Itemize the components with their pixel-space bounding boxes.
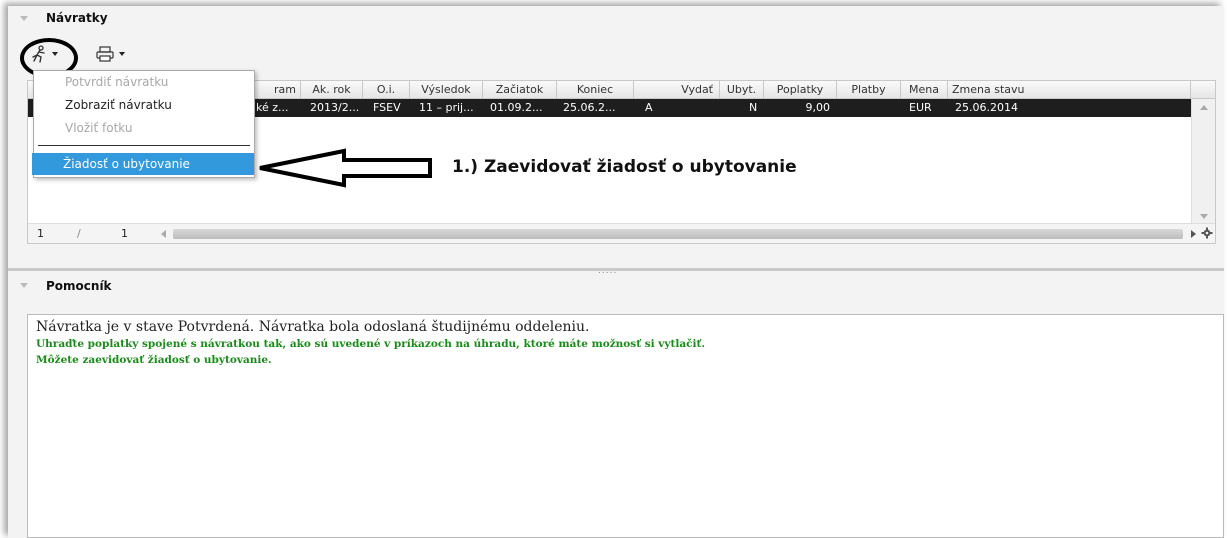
column-header[interactable]: Zmena stavu — [948, 81, 1191, 99]
table-cell: 2013/2... — [310, 101, 360, 114]
table-cell: 25.06.2014 — [955, 101, 1018, 114]
helper-hint-text: Môžete zaevidovať žiadosť o ubytovanie. — [36, 354, 272, 366]
menu-item-vlozit-fotku[interactable]: Vložiť fotku — [34, 117, 254, 139]
column-header[interactable]: Koniec — [557, 81, 634, 99]
annotation-arrow-icon — [259, 148, 432, 188]
helper-hint-text: Uhraďte poplatky spojené s návratkou tak… — [36, 338, 706, 350]
menu-item-potvrdit-navratku[interactable]: Potvrdiť návratku — [34, 71, 254, 93]
gear-icon[interactable] — [1201, 227, 1213, 239]
scroll-up-icon[interactable] — [1200, 105, 1208, 110]
vertical-scrollbar[interactable] — [1191, 99, 1215, 225]
splitter-grip[interactable]: ..... — [598, 267, 617, 276]
column-header[interactable]: Platby — [837, 81, 901, 99]
print-dropdown-button[interactable] — [95, 40, 125, 68]
table-cell: A — [645, 101, 653, 114]
horizontal-scrollbar-thumb[interactable] — [173, 229, 1183, 239]
column-header[interactable]: Vydať — [634, 81, 720, 99]
collapse-top-panel-icon[interactable] — [20, 16, 28, 21]
top-panel-title: Návratky — [46, 11, 108, 25]
scroll-left-icon[interactable] — [161, 230, 166, 238]
table-cell: 9,00 — [805, 101, 831, 114]
column-header[interactable]: Začiatok — [483, 81, 557, 99]
column-header[interactable]: Ak. rok — [301, 81, 363, 99]
scroll-down-icon[interactable] — [1200, 214, 1208, 219]
column-header[interactable]: Poplatky — [764, 81, 837, 99]
printer-icon — [96, 46, 114, 62]
menu-item-zobrazit-navratku[interactable]: Zobraziť návratku — [34, 94, 254, 116]
page-separator: / — [77, 227, 81, 240]
table-pager: 1 / 1 — [28, 223, 1215, 243]
helper-panel-content: Návratka je v stave Potvrdená. Návratka … — [27, 314, 1224, 538]
scroll-right-icon[interactable] — [1191, 230, 1196, 238]
menu-separator — [38, 145, 250, 146]
helper-panel-title: Pomocník — [46, 279, 112, 293]
actions-dropdown-menu: Potvrdiť návratku Zobraziť návratku Vlož… — [32, 70, 255, 178]
collapse-helper-panel-icon[interactable] — [20, 283, 28, 288]
table-cell: 01.09.2... — [490, 101, 543, 114]
table-cell: 11 – prij... — [419, 101, 474, 114]
column-header[interactable]: Ubyt. — [720, 81, 764, 99]
column-header[interactable]: Výsledok — [410, 81, 483, 99]
menu-item-ziadost-o-ubytovanie[interactable]: Žiadosť o ubytovanie — [32, 153, 254, 175]
chevron-down-icon — [119, 52, 125, 56]
table-cell: N — [749, 101, 758, 114]
page-total: 1 — [121, 227, 128, 240]
helper-status-text: Návratka je v stave Potvrdená. Návratka … — [36, 319, 590, 335]
column-header[interactable]: Mena — [901, 81, 948, 99]
page-number: 1 — [37, 227, 44, 240]
table-cell: FSEV — [373, 101, 401, 114]
table-cell: 25.06.2... — [563, 101, 616, 114]
column-header[interactable]: O.i. — [363, 81, 410, 99]
table-cell — [837, 99, 899, 117]
table-cell: ké z... — [256, 101, 289, 114]
table-cell: EUR — [909, 101, 932, 114]
annotation-text: 1.) Zaevidovať žiadosť o ubytovanie — [452, 157, 797, 177]
